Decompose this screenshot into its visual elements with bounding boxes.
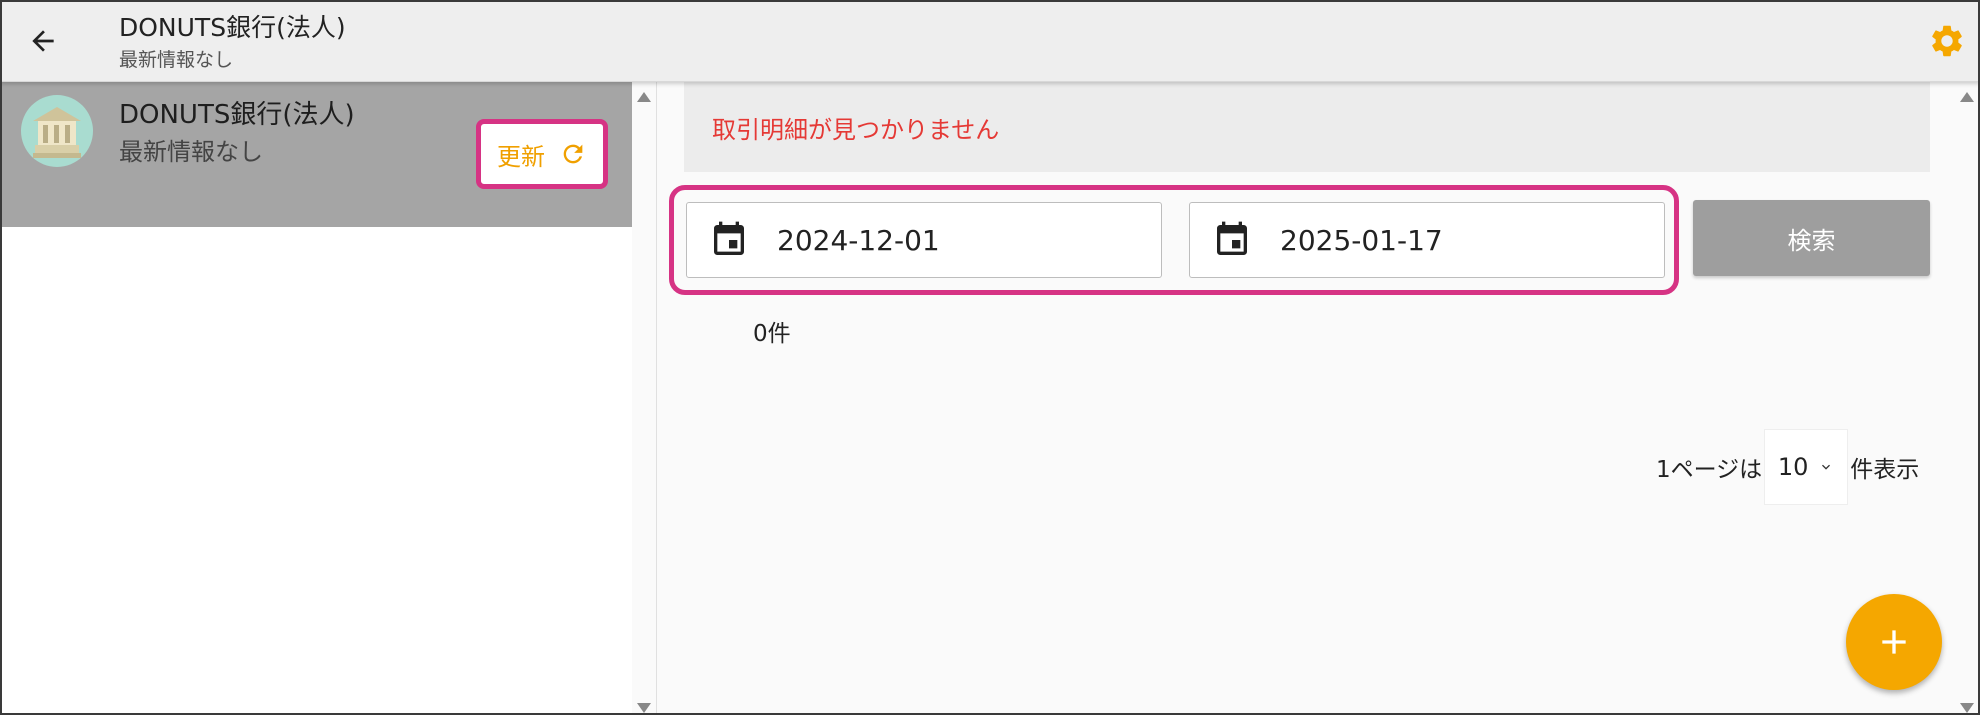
calendar-icon: [1212, 220, 1252, 260]
page-subtitle: 最新情報なし: [119, 49, 234, 71]
page-size-suffix: 件表示: [1850, 457, 1920, 483]
account-status: 最新情報なし: [119, 138, 263, 166]
gear-icon: [1932, 25, 1962, 57]
chevron-down-icon: [1822, 464, 1831, 470]
scroll-up-arrow-icon[interactable]: [1960, 92, 1974, 102]
add-button[interactable]: [1846, 594, 1942, 690]
account-name: DONUTS銀行(法人): [119, 100, 355, 130]
app-bar: DONUTS銀行(法人) 最新情報なし: [0, 0, 1980, 82]
back-button[interactable]: [18, 18, 68, 64]
left-scrollbar[interactable]: [632, 82, 656, 715]
calendar-icon: [709, 220, 749, 260]
page-size-prefix: 1ページは: [1656, 457, 1763, 483]
page-title: DONUTS銀行(法人): [119, 13, 346, 42]
bank-building-icon: [21, 95, 93, 167]
search-button[interactable]: 検索: [1693, 200, 1930, 276]
account-list-item[interactable]: DONUTS銀行(法人) 最新情報なし 更新: [0, 82, 632, 227]
page-size-value: 10: [1777, 453, 1809, 481]
account-list: DONUTS銀行(法人) 最新情報なし 更新: [0, 82, 632, 715]
date-from-field[interactable]: 2024-12-01: [686, 202, 1162, 278]
arrow-left-icon: [32, 30, 54, 52]
page-size-select[interactable]: 10: [1764, 429, 1849, 505]
page-size-control: 1ページは 10 件表示: [1656, 429, 1919, 505]
refresh-icon: [563, 144, 583, 164]
result-count: 0件: [753, 321, 791, 347]
date-from-value: 2024-12-01: [777, 223, 940, 257]
right-scrollbar[interactable]: [1957, 82, 1978, 715]
transactions-panel: 取引明細が見つかりません 2024-12-01 2025-01-17 検索 0件…: [657, 82, 1957, 715]
date-to-field[interactable]: 2025-01-17: [1189, 202, 1665, 278]
scroll-down-arrow-icon[interactable]: [637, 703, 651, 713]
scroll-down-arrow-icon[interactable]: [1960, 703, 1974, 713]
date-range: 2024-12-01 2025-01-17: [669, 185, 1679, 295]
scroll-up-arrow-icon[interactable]: [637, 92, 651, 102]
update-button-label: 更新: [497, 142, 545, 171]
date-to-value: 2025-01-17: [1280, 223, 1443, 257]
empty-notice: 取引明細が見つかりません: [684, 82, 1930, 172]
settings-button[interactable]: [1924, 18, 1970, 64]
update-button[interactable]: 更新: [476, 119, 608, 189]
plus-icon: [1882, 630, 1906, 654]
